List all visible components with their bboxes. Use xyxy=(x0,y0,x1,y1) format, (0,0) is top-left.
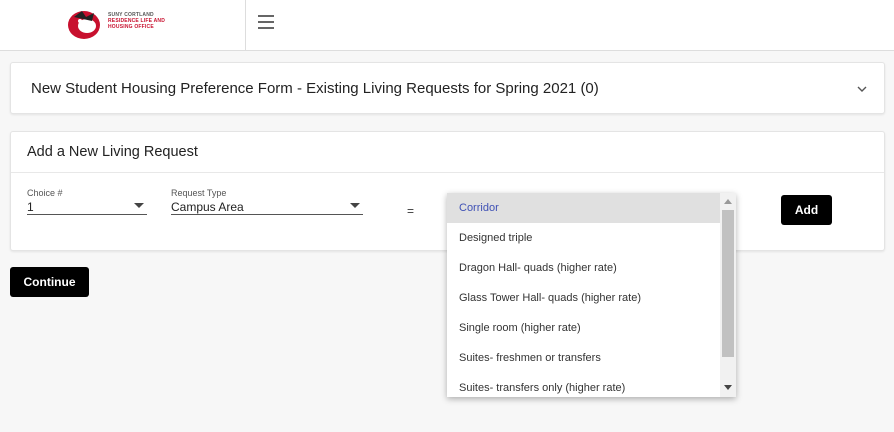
add-button[interactable]: Add xyxy=(781,195,832,225)
scrollbar-thumb[interactable] xyxy=(722,210,734,357)
existing-requests-title: New Student Housing Preference Form - Ex… xyxy=(31,80,599,97)
request-type-select[interactable]: Request Type Campus Area xyxy=(171,188,363,220)
new-request-title: Add a New Living Request xyxy=(27,144,198,160)
choice-underline xyxy=(27,214,147,215)
choice-number-value: 1 xyxy=(27,200,34,214)
dropdown-scrollbar[interactable] xyxy=(720,193,736,397)
logo-text: SUNY CORTLAND RESIDENCE LIFE AND HOUSING… xyxy=(108,12,165,30)
chevron-down-icon[interactable] xyxy=(856,83,868,95)
dropdown-caret-icon xyxy=(350,203,360,208)
header-divider xyxy=(245,0,246,50)
dropdown-option[interactable]: Designed triple xyxy=(447,223,720,253)
dropdown-option[interactable]: Suites- freshmen or transfers xyxy=(447,343,720,373)
panel-divider xyxy=(11,172,884,173)
request-type-value: Campus Area xyxy=(171,200,244,214)
dropdown-caret-icon xyxy=(134,203,144,208)
equals-sign: = xyxy=(407,204,415,218)
top-header: SUNY CORTLAND RESIDENCE LIFE AND HOUSING… xyxy=(0,0,894,51)
dropdown-option[interactable]: Glass Tower Hall- quads (higher rate) xyxy=(447,283,720,313)
request-type-underline xyxy=(171,214,363,215)
dropdown-option[interactable]: Corridor xyxy=(447,193,720,223)
campus-area-dropdown[interactable]: Corridor Designed triple Dragon Hall- qu… xyxy=(447,193,736,397)
dropdown-option[interactable]: Suites- transfers only (higher rate) xyxy=(447,373,720,397)
choice-number-label: Choice # xyxy=(27,188,63,198)
suny-cortland-logo[interactable]: SUNY CORTLAND RESIDENCE LIFE AND HOUSING… xyxy=(66,7,176,43)
scroll-down-icon[interactable] xyxy=(724,385,732,390)
dropdown-option[interactable]: Single room (higher rate) xyxy=(447,313,720,343)
existing-requests-panel[interactable]: New Student Housing Preference Form - Ex… xyxy=(10,62,885,114)
continue-button[interactable]: Continue xyxy=(10,267,89,297)
dropdown-option[interactable]: Dragon Hall- quads (higher rate) xyxy=(447,253,720,283)
scroll-up-icon[interactable] xyxy=(724,199,732,204)
choice-number-select[interactable]: Choice # 1 xyxy=(27,188,147,220)
logo-line-3: HOUSING OFFICE xyxy=(108,24,154,30)
dragon-logo-icon xyxy=(68,11,100,39)
hamburger-icon[interactable] xyxy=(258,15,274,29)
request-type-label: Request Type xyxy=(171,188,227,198)
